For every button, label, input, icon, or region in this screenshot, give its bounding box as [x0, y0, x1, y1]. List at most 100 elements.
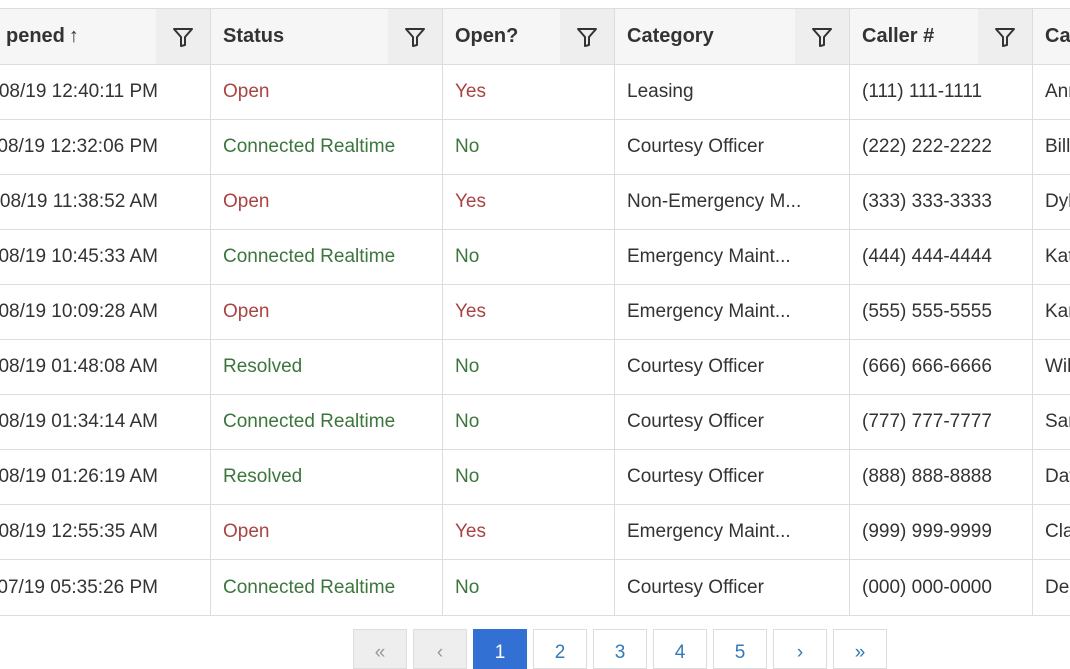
table-row[interactable]: 08/19 12:32:06 PM Connected Realtime No Cou…	[0, 120, 1070, 175]
cell-category-text: Courtesy Officer	[627, 466, 764, 487]
cell-category-text: Non-Emergency M...	[627, 191, 802, 212]
cell-category: Courtesy Officer	[615, 340, 850, 394]
column-header-status[interactable]: Status	[211, 9, 443, 64]
filter-button[interactable]	[156, 9, 210, 64]
cell-caller-name: Dyl	[1033, 175, 1070, 229]
cell-caller-number: (555) 555-5555	[850, 285, 1033, 339]
column-label: Status	[223, 25, 285, 47]
cell-caller-name-text: Kar	[1045, 301, 1070, 322]
cell-status: Open	[211, 285, 443, 339]
table-row[interactable]: 08/19 01:48:08 AM Resolved No Courtesy Offi…	[0, 340, 1070, 395]
cell-opened: 08/19 01:48:08 AM	[0, 340, 211, 394]
cell-caller-number-text: (999) 999-9999	[862, 521, 992, 542]
cell-opened-text: 08/19 11:38:52 AM	[0, 191, 158, 212]
cell-open-text: No	[455, 466, 480, 487]
column-label: Category	[627, 25, 714, 47]
next-page-button[interactable]: ›	[773, 629, 827, 669]
cell-category: Emergency Maint...	[615, 230, 850, 284]
table-row[interactable]: 07/19 05:35:26 PM Connected Realtime No Cou…	[0, 560, 1070, 615]
cell-category: Courtesy Officer	[615, 120, 850, 174]
cell-opened: 08/19 12:55:35 AM	[0, 505, 211, 559]
cell-caller-number: (000) 000-0000	[850, 560, 1033, 615]
cell-caller-name: Wil	[1033, 340, 1070, 394]
cell-caller-number: (888) 888-8888	[850, 450, 1033, 504]
cell-category: Courtesy Officer	[615, 560, 850, 615]
cell-status-text: Connected Realtime	[223, 136, 396, 157]
filter-button[interactable]	[560, 9, 614, 64]
cell-open: Yes	[443, 175, 615, 229]
column-header-category[interactable]: Category	[615, 9, 850, 64]
cell-caller-number-text: (333) 333-3333	[862, 191, 992, 212]
cell-open-text: Yes	[455, 81, 486, 102]
cell-category: Emergency Maint...	[615, 285, 850, 339]
cell-opened: 08/19 12:32:06 PM	[0, 120, 211, 174]
cell-caller-number-text: (444) 444-4444	[862, 246, 992, 267]
filter-icon	[995, 27, 1015, 47]
filter-icon	[405, 27, 425, 47]
cell-caller-name: Cla	[1033, 505, 1070, 559]
cell-open: Yes	[443, 505, 615, 559]
filter-button[interactable]	[795, 9, 849, 64]
cell-opened-text: 08/19 01:48:08 AM	[0, 356, 158, 377]
cell-caller-name: Ann	[1033, 65, 1070, 119]
prev-page-button[interactable]: ‹	[413, 629, 467, 669]
cell-open-text: No	[455, 356, 480, 377]
cell-caller-number-text: (666) 666-6666	[862, 356, 992, 377]
column-header-opened[interactable]: pened ↑	[0, 9, 211, 64]
pagination: « ‹ 1 2 3 4 5 › »	[353, 629, 887, 669]
cell-opened: 08/19 10:09:28 AM	[0, 285, 211, 339]
cell-caller-number: (999) 999-9999	[850, 505, 1033, 559]
cell-open-text: Yes	[455, 521, 486, 542]
cell-caller-name-text: Dyl	[1045, 191, 1070, 212]
cell-status-text: Open	[223, 301, 270, 322]
cell-open: No	[443, 340, 615, 394]
table-row[interactable]: 08/19 12:40:11 PM Open Yes Leasing (111) 111…	[0, 65, 1070, 120]
page-button-3[interactable]: 3	[593, 629, 647, 669]
column-header-caller-number[interactable]: Caller #	[850, 9, 1033, 64]
cell-caller-number-text: (888) 888-8888	[862, 466, 992, 487]
cell-caller-number-text: (222) 222-2222	[862, 136, 992, 157]
cell-status: Connected Realtime	[211, 395, 443, 449]
cell-status: Open	[211, 505, 443, 559]
filter-icon	[173, 27, 193, 47]
column-label: Open?	[455, 25, 519, 47]
table-row[interactable]: 08/19 11:38:52 AM Open Yes Non-Emergency M.…	[0, 175, 1070, 230]
cell-opened: 08/19 12:40:11 PM	[0, 65, 211, 119]
first-page-button[interactable]: «	[353, 629, 407, 669]
cell-category: Emergency Maint...	[615, 505, 850, 559]
cell-open: Yes	[443, 65, 615, 119]
page-button-2[interactable]: 2	[533, 629, 587, 669]
table-row[interactable]: 08/19 01:34:14 AM Connected Realtime No Cou…	[0, 395, 1070, 450]
filter-icon	[577, 27, 597, 47]
cell-caller-number: (666) 666-6666	[850, 340, 1033, 394]
table-row[interactable]: 08/19 10:45:33 AM Connected Realtime No Eme…	[0, 230, 1070, 285]
cell-status-text: Open	[223, 191, 270, 212]
page-button-4[interactable]: 4	[653, 629, 707, 669]
column-header-open[interactable]: Open?	[443, 9, 615, 64]
page-button-5[interactable]: 5	[713, 629, 767, 669]
grid-body: 08/19 12:40:11 PM Open Yes Leasing (111) 111…	[0, 65, 1070, 615]
cell-open: No	[443, 395, 615, 449]
filter-button[interactable]	[388, 9, 442, 64]
cell-open-text: No	[455, 136, 480, 157]
column-header-caller-name[interactable]: Ca	[1033, 9, 1070, 64]
page-button-1[interactable]: 1	[473, 629, 527, 669]
sort-ascending-icon: ↑	[68, 25, 79, 47]
cell-open: No	[443, 450, 615, 504]
cell-opened-text: 08/19 01:34:14 AM	[0, 411, 158, 432]
cell-opened: 07/19 05:35:26 PM	[0, 560, 211, 615]
table-row[interactable]: 08/19 10:09:28 AM Open Yes Emergency Maint.…	[0, 285, 1070, 340]
cell-status: Open	[211, 175, 443, 229]
cell-status-text: Resolved	[223, 356, 303, 377]
cell-status: Connected Realtime	[211, 560, 443, 615]
cell-status: Open	[211, 65, 443, 119]
table-row[interactable]: 08/19 01:26:19 AM Resolved No Courtesy Offi…	[0, 450, 1070, 505]
cell-status-text: Resolved	[223, 466, 303, 487]
table-row[interactable]: 08/19 12:55:35 AM Open Yes Emergency Maint.…	[0, 505, 1070, 560]
cell-category: Non-Emergency M...	[615, 175, 850, 229]
cell-opened: 08/19 01:26:19 AM	[0, 450, 211, 504]
cell-caller-name-text: Ann	[1045, 81, 1070, 102]
filter-button[interactable]	[978, 9, 1032, 64]
cell-caller-number-text: (111) 111-1111	[862, 81, 983, 102]
last-page-button[interactable]: »	[833, 629, 887, 669]
